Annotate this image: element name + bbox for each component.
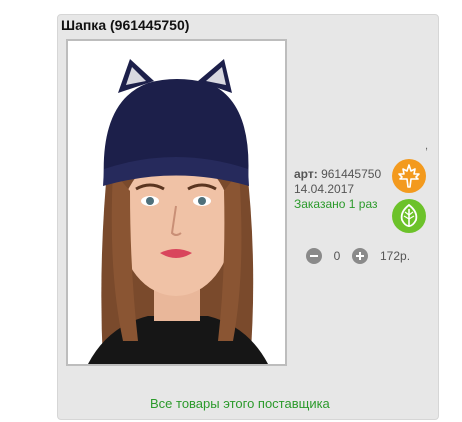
product-photo[interactable]	[66, 39, 287, 366]
price: 172р.	[380, 249, 411, 263]
article-number: 961445750	[321, 167, 382, 181]
decrease-button[interactable]	[306, 248, 322, 264]
article-label: арт:	[294, 167, 318, 181]
tick-mark: ,	[425, 140, 429, 152]
product-title: Шапка (961445750)	[61, 17, 190, 33]
product-info: арт: 961445750 14.04.2017 Заказано 1 раз	[294, 167, 381, 212]
maple-leaf-icon[interactable]	[392, 159, 426, 193]
quantity-stepper: 0 172р.	[306, 247, 410, 265]
product-date: 14.04.2017	[294, 182, 355, 196]
leaf-icon[interactable]	[392, 199, 426, 233]
increase-button[interactable]	[352, 248, 368, 264]
ordered-count: Заказано 1 раз	[294, 197, 378, 211]
all-supplier-goods-link[interactable]: Все товары этого поставщика	[150, 396, 330, 411]
quantity-value[interactable]: 0	[328, 249, 346, 263]
